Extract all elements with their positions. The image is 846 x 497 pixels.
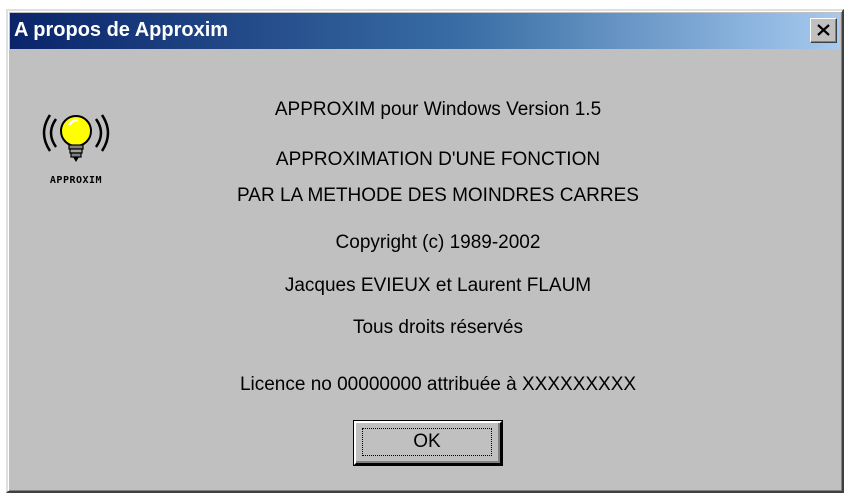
close-x-icon [817, 24, 830, 36]
close-button[interactable] [810, 18, 837, 43]
ok-button[interactable]: OK [354, 421, 502, 465]
product-version-text: APPROXIM pour Windows Version 1.5 [274, 99, 602, 120]
title-bar[interactable]: A propos de Approxim [10, 13, 840, 49]
app-logo-label: APPROXIM [49, 175, 103, 186]
copyright-text: Copyright (c) 1989-2002 [335, 232, 541, 253]
ok-button-label: OK [362, 428, 492, 456]
description-line-1: APPROXIMATION D'UNE FONCTION [275, 149, 601, 170]
authors-text: Jacques EVIEUX et Laurent FLAUM [284, 275, 592, 296]
lightbulb-icon [42, 114, 110, 162]
rights-text: Tous droits réservés [352, 317, 523, 338]
app-logo: APPROXIM [38, 101, 114, 191]
about-dialog: A propos de Approxim APPROXIM APPROXIM p… [6, 9, 844, 493]
description-line-2: PAR LA METHODE DES MOINDRES CARRES [237, 185, 639, 206]
window-title: A propos de Approxim [14, 19, 229, 41]
licence-text: Licence no 00000000 attribuée à XXXXXXXX… [239, 374, 637, 395]
